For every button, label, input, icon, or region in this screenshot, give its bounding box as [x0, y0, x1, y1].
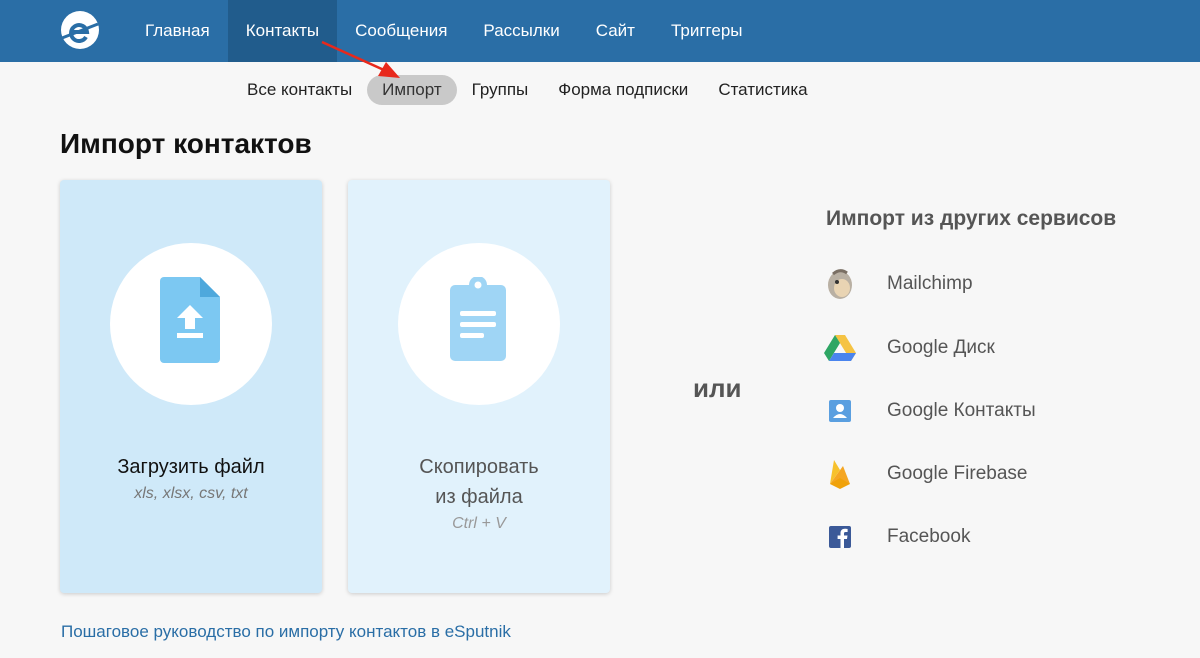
service-mailchimp[interactable]: Mailchimp [824, 264, 1124, 304]
copy-from-file-card[interactable]: Скопировать из файла Ctrl + V [348, 180, 610, 593]
mailchimp-icon [824, 268, 856, 300]
subnav-statistics[interactable]: Статистика [703, 75, 822, 105]
main-menu: Главная Контакты Сообщения Рассылки Сайт… [127, 0, 761, 62]
facebook-icon [824, 521, 856, 553]
clipboard-icon [450, 277, 506, 361]
upload-file-title: Загрузить файл [117, 456, 265, 478]
google-drive-icon [824, 332, 856, 364]
page-title: Импорт контактов [60, 128, 312, 159]
annotation-arrow-icon [321, 40, 400, 78]
upload-file-formats: xls, xlsx, csv, txt [134, 485, 248, 502]
firebase-icon [824, 458, 856, 490]
nav-item-campaigns[interactable]: Рассылки [465, 0, 577, 62]
subnav-subscription-form[interactable]: Форма подписки [543, 75, 703, 105]
copy-title-line1: Скопировать [419, 456, 539, 478]
service-google-contacts[interactable]: Google Контакты [824, 391, 1124, 431]
import-guide-link[interactable]: Пошаговое руководство по импорту контакт… [61, 622, 511, 642]
file-upload-icon [160, 277, 220, 363]
subnav-groups[interactable]: Группы [457, 75, 544, 105]
service-google-firebase[interactable]: Google Firebase [824, 454, 1124, 494]
service-label: Google Диск [887, 337, 995, 358]
copy-from-file-title: Скопировать из файла [348, 452, 610, 512]
copy-shortcut-hint: Ctrl + V [452, 515, 506, 532]
copy-icon-circle [398, 243, 560, 405]
upload-icon-circle [110, 243, 272, 405]
service-facebook[interactable]: Facebook [824, 517, 1124, 557]
google-contacts-icon [824, 395, 856, 427]
top-navigation-bar: Главная Контакты Сообщения Рассылки Сайт… [0, 0, 1200, 62]
other-services-title: Импорт из других сервисов [826, 207, 1117, 230]
nav-item-triggers[interactable]: Триггеры [653, 0, 761, 62]
service-label: Facebook [887, 526, 971, 547]
nav-item-site[interactable]: Сайт [578, 0, 653, 62]
or-separator: или [693, 373, 742, 403]
esputnik-logo[interactable] [58, 8, 102, 52]
nav-item-home[interactable]: Главная [127, 0, 228, 62]
service-label: Mailchimp [887, 273, 973, 294]
copy-title-line2: из файла [435, 486, 523, 508]
service-label: Google Firebase [887, 463, 1028, 484]
service-google-drive[interactable]: Google Диск [824, 328, 1124, 368]
upload-file-card[interactable]: Загрузить файл xls, xlsx, csv, txt [60, 180, 322, 593]
service-label: Google Контакты [887, 400, 1036, 421]
